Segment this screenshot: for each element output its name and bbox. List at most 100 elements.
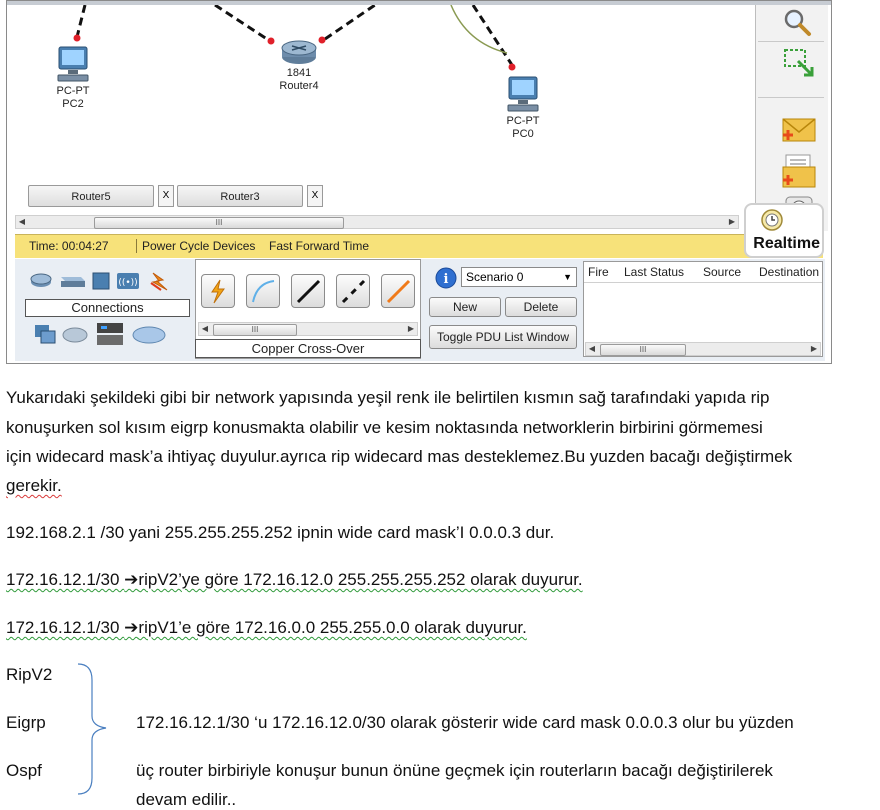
pdu-list-table: Fire Last Status Source Destination ◀ II… bbox=[583, 261, 823, 357]
add-complex-pdu-icon[interactable] bbox=[780, 153, 818, 189]
scroll-right-icon[interactable]: ▶ bbox=[405, 323, 417, 335]
cable-layer bbox=[73, 5, 516, 71]
fiber-cable-icon bbox=[386, 279, 411, 304]
protocol-eigrp: Eigrp bbox=[6, 713, 46, 732]
new-scenario-button[interactable]: New bbox=[429, 297, 501, 317]
pc-icon bbox=[507, 76, 539, 112]
console-cable-button[interactable] bbox=[246, 274, 280, 308]
cable-router4-left[interactable] bbox=[214, 5, 271, 43]
device-model: PC-PT bbox=[56, 85, 90, 97]
scenario-value: Scenario 0 bbox=[466, 270, 524, 284]
scroll-thumb[interactable]: III bbox=[213, 324, 297, 336]
device-pc0[interactable]: PC-PT PC0 bbox=[495, 75, 551, 141]
pdu-list-hscrollbar[interactable]: ◀ III ▶ bbox=[585, 342, 821, 356]
routers-category-icon bbox=[30, 273, 52, 287]
note-line: devam edilir.. bbox=[136, 790, 237, 809]
power-cycle-devices-button[interactable]: Power Cycle Devices bbox=[142, 235, 255, 257]
column-header-source[interactable]: Source bbox=[703, 265, 741, 279]
protocol-ripv2: RipV2 bbox=[6, 665, 53, 684]
note-line: 172.16.12.1/30 ‘u 172.16.12.0/30 olarak … bbox=[136, 713, 794, 732]
scroll-left-icon[interactable]: ◀ bbox=[199, 323, 211, 335]
tab-router3-close[interactable]: X bbox=[307, 185, 323, 207]
automatic-connection-button[interactable] bbox=[201, 274, 235, 308]
workspace-hscrollbar[interactable]: ◀ III ▶ bbox=[15, 215, 739, 229]
custom-devices-category-icon bbox=[97, 323, 123, 345]
scroll-left-icon[interactable]: ◀ bbox=[16, 216, 28, 228]
add-simple-pdu-icon[interactable] bbox=[780, 115, 818, 145]
switches-category-icon bbox=[61, 277, 85, 287]
straight-cable-icon bbox=[296, 279, 321, 304]
logical-workspace[interactable]: PC-PT PC2 1841 Router4 PC-PT PC0 Router5… bbox=[15, 5, 755, 215]
time-readout: Time: 00:04:27 bbox=[29, 239, 109, 253]
link-light bbox=[508, 63, 516, 71]
crossover-cable-icon bbox=[341, 279, 366, 304]
common-tools-bar bbox=[755, 5, 828, 231]
packet-tracer-screenshot: PC-PT PC2 1841 Router4 PC-PT PC0 Router5… bbox=[6, 0, 832, 364]
ripv1-example: 172.16.12.1/30 ➔ripV1’e göre 172.16.0.0 … bbox=[6, 618, 527, 638]
cable-pc2[interactable] bbox=[75, 5, 87, 38]
realtime-clock-icon bbox=[761, 209, 783, 231]
svg-text:i: i bbox=[444, 272, 449, 287]
cable-router4-right[interactable] bbox=[324, 5, 376, 41]
device-model: 1841 bbox=[286, 67, 312, 79]
toggle-pdu-list-button[interactable]: Toggle PDU List Window bbox=[429, 325, 577, 349]
connection-type-label: Copper Cross-Over bbox=[195, 339, 421, 358]
scroll-right-icon[interactable]: ▶ bbox=[726, 216, 738, 228]
connections-category-icon bbox=[150, 272, 168, 291]
ripv2-announcement: ripV2’ye göre 172.16.12.0 255.255.255.25… bbox=[138, 570, 583, 589]
column-header-last-status[interactable]: Last Status bbox=[624, 265, 684, 279]
scenario-select[interactable]: Scenario 0 ▼ bbox=[461, 267, 577, 287]
chevron-down-icon: ▼ bbox=[563, 272, 572, 282]
tab-router5[interactable]: Router5 bbox=[28, 185, 154, 207]
link-light bbox=[73, 34, 81, 42]
zoom-icon[interactable] bbox=[782, 7, 812, 37]
connection-panel-hscrollbar[interactable]: ◀ III ▶ bbox=[198, 322, 418, 336]
fiber-cable-button[interactable] bbox=[381, 274, 415, 308]
address: 172.16.12.1/30 bbox=[6, 570, 125, 589]
bottom-toolbar: ((•)) Connections ◀ III ▶ Copper Cross-O… bbox=[15, 259, 825, 361]
tab-router5-close[interactable]: X bbox=[158, 185, 174, 207]
cable-pc0[interactable] bbox=[471, 5, 514, 66]
column-header-fire[interactable]: Fire bbox=[588, 265, 609, 279]
address: 172.16.12.1/30 bbox=[6, 618, 125, 637]
realtime-mode-tab[interactable]: Realtime bbox=[744, 203, 824, 258]
scroll-thumb[interactable]: III bbox=[94, 217, 344, 229]
wildcard-example: 192.168.2.1 /30 yani 255.255.255.252 ipn… bbox=[6, 523, 555, 542]
category-label: Connections bbox=[25, 299, 190, 317]
wan-emulation-category-icon bbox=[62, 327, 88, 343]
arrow-right-icon: ➔ bbox=[124, 618, 139, 637]
console-cable-icon bbox=[252, 280, 275, 303]
resize-shape-icon[interactable] bbox=[782, 47, 816, 81]
device-category-icons-row2 bbox=[35, 323, 166, 345]
fast-forward-time-button[interactable]: Fast Forward Time bbox=[269, 235, 369, 257]
device-pc2[interactable]: PC-PT PC2 bbox=[45, 45, 101, 111]
paragraph-line: gerekir. bbox=[6, 476, 62, 495]
multiuser-category-icon bbox=[132, 326, 166, 344]
paragraph-line: için widecard mask’a ihtiyaç duyulur.ayr… bbox=[6, 447, 793, 466]
device-name: PC0 bbox=[512, 128, 534, 140]
protocol-ospf: Ospf bbox=[6, 761, 42, 780]
device-name: Router4 bbox=[279, 80, 319, 92]
copper-cross-over-button[interactable] bbox=[336, 274, 370, 308]
svg-text:((•)): ((•)) bbox=[118, 278, 137, 288]
paragraph-line: konuşurken sol kısım eigrp konusmakta ol… bbox=[6, 418, 763, 437]
paragraph-line: Yukarıdaki şekildeki gibi bir network ya… bbox=[6, 388, 770, 407]
delete-scenario-button[interactable]: Delete bbox=[505, 297, 577, 317]
scroll-left-icon[interactable]: ◀ bbox=[586, 343, 598, 355]
tab-router3[interactable]: Router3 bbox=[177, 185, 303, 207]
status-bar: Time: 00:04:27 Power Cycle Devices Fast … bbox=[15, 234, 823, 258]
device-category-icons: ((•)) bbox=[30, 272, 168, 291]
ripv2-example: 172.16.12.1/30 ➔ripV2’ye göre 172.16.12.… bbox=[6, 570, 583, 590]
scroll-thumb[interactable]: III bbox=[600, 344, 686, 356]
device-router4[interactable]: 1841 Router4 bbox=[267, 37, 331, 93]
copper-straight-through-button[interactable] bbox=[291, 274, 325, 308]
scroll-right-icon[interactable]: ▶ bbox=[808, 343, 820, 355]
ripv1-announcement: ripV1’e göre 172.16.0.0 255.255.0.0 olar… bbox=[138, 618, 527, 637]
lightning-icon bbox=[211, 279, 225, 304]
column-header-destination[interactable]: Destination bbox=[759, 265, 819, 279]
router-icon bbox=[281, 40, 317, 64]
info-icon[interactable]: i bbox=[435, 267, 457, 289]
wireless-category-icon: ((•)) bbox=[117, 273, 139, 289]
end-devices-category-icon bbox=[35, 325, 56, 344]
mode-label: Realtime bbox=[753, 235, 820, 252]
